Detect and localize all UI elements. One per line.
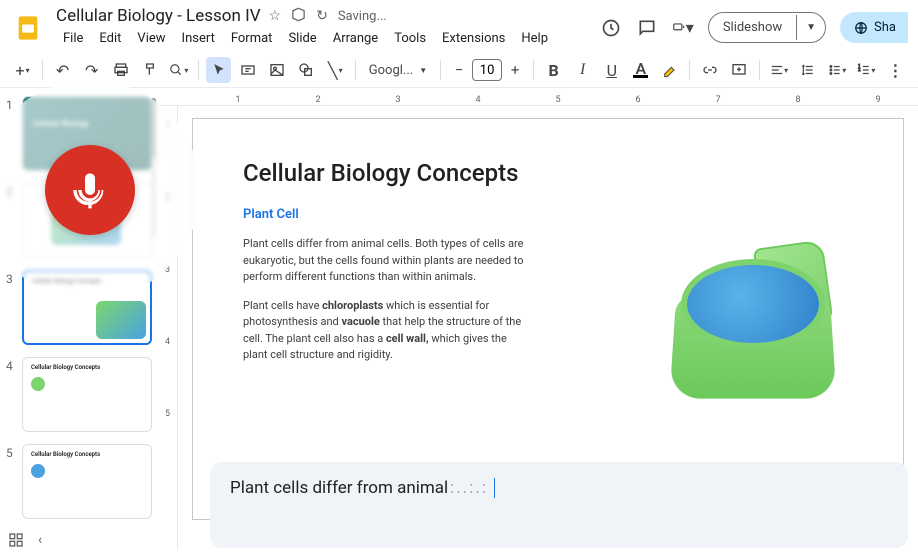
slideshow-button-group: Slideshow ▼ [708,12,826,43]
slide-thumbnail-5[interactable]: Cellular Biology Concepts [22,444,152,519]
numbered-list-button[interactable]: 12▾ [854,57,879,83]
menu-format[interactable]: Format [224,28,280,49]
saving-status: Saving... [338,9,387,24]
thumb-number: 5 [6,444,16,460]
zoom-button[interactable]: ▾ [166,57,191,83]
plant-cell-image[interactable] [663,239,843,399]
paint-format-button[interactable] [137,57,162,83]
slide-subtitle[interactable]: Plant Cell [243,207,653,222]
document-title[interactable]: Cellular Biology - Lesson IV [56,6,261,26]
text-cursor [494,478,495,498]
menu-insert[interactable]: Insert [175,28,222,49]
fontsize-increase[interactable]: + [504,59,526,81]
add-comment-button[interactable] [727,57,752,83]
menu-arrange[interactable]: Arrange [326,28,385,49]
slides-logo[interactable] [10,10,46,46]
select-tool[interactable] [206,57,231,83]
share-button[interactable]: Sha [840,12,908,43]
thumb-number: 2 [6,183,16,199]
italic-button[interactable]: I [570,57,595,83]
new-slide-button[interactable]: +▾ [10,57,35,83]
collapse-panel-button[interactable]: ‹ [38,532,42,552]
line-button[interactable]: ╲▾ [323,57,348,83]
slideshow-button[interactable]: Slideshow [709,13,796,42]
svg-text:2: 2 [858,67,861,72]
horizontal-ruler[interactable]: 123456789 [158,88,918,106]
highlight-button[interactable] [657,57,682,83]
redo-button[interactable]: ↷ [79,57,104,83]
menu-help[interactable]: Help [514,28,555,49]
cloud-status-icon[interactable]: ↻ [316,8,328,24]
menu-tools[interactable]: Tools [387,28,433,49]
shape-button[interactable] [294,57,319,83]
footer-controls: ‹ [8,532,42,552]
bold-button[interactable]: B [541,57,566,83]
speaker-notes-text: Plant cells differ from animal:..:.: [230,478,488,498]
image-button[interactable] [265,57,290,83]
speaker-notes[interactable]: Plant cells differ from animal:..:.: [210,462,908,548]
star-icon[interactable]: ☆ [269,8,282,24]
bullet-list-button[interactable]: ▾ [825,57,850,83]
comment-icon[interactable] [636,17,658,39]
slide-thumbnail-3[interactable]: Cellular Biology Concepts [22,270,152,345]
history-icon[interactable] [600,17,622,39]
share-label: Sha [874,20,896,35]
slide-title[interactable]: Cellular Biology Concepts [243,159,653,187]
app-header: Cellular Biology - Lesson IV ☆ ↻ Saving.… [0,0,918,49]
slide-thumbnail-4[interactable]: Cellular Biology Concepts [22,357,152,432]
undo-button[interactable]: ↶ [50,57,75,83]
fontsize-decrease[interactable]: − [448,59,470,81]
menu-view[interactable]: View [130,28,172,49]
thumb-number: 4 [6,357,16,373]
align-button[interactable]: ▾ [767,57,792,83]
text-color-button[interactable]: A [628,57,653,83]
print-button[interactable] [108,57,133,83]
fontsize-input[interactable] [472,59,502,81]
font-select[interactable]: Googl...▼ [363,61,433,80]
slide-editor[interactable]: Cellular Biology Concepts Plant Cell Pla… [192,118,904,520]
vertical-ruler[interactable]: 12345 [158,106,178,550]
menu-slide[interactable]: Slide [281,28,323,49]
thumb-number: 1 [6,96,16,112]
voice-typing-button[interactable] [45,145,135,235]
slide-body[interactable]: Plant cells differ from animal cells. Bo… [243,236,533,364]
thumb-number: 3 [6,270,16,286]
underline-button[interactable]: U [599,57,624,83]
menu-extensions[interactable]: Extensions [435,28,512,49]
present-icon[interactable]: ▾ [672,17,694,39]
move-icon[interactable] [291,7,306,26]
grid-view-button[interactable] [8,532,24,552]
toolbar: +▾ ↶ ↷ ▾ ╲▾ Googl...▼ − + B I U A ▾ ▾ 12… [0,53,918,88]
more-toolbar-button[interactable]: ⋮ [883,57,908,83]
line-spacing-button[interactable] [796,57,821,83]
textbox-button[interactable] [235,57,260,83]
slideshow-dropdown[interactable]: ▼ [796,15,825,40]
link-button[interactable] [697,57,722,83]
menu-bar: File Edit View Insert Format Slide Arran… [56,28,590,49]
menu-edit[interactable]: Edit [92,28,128,49]
menu-file[interactable]: File [56,28,90,49]
